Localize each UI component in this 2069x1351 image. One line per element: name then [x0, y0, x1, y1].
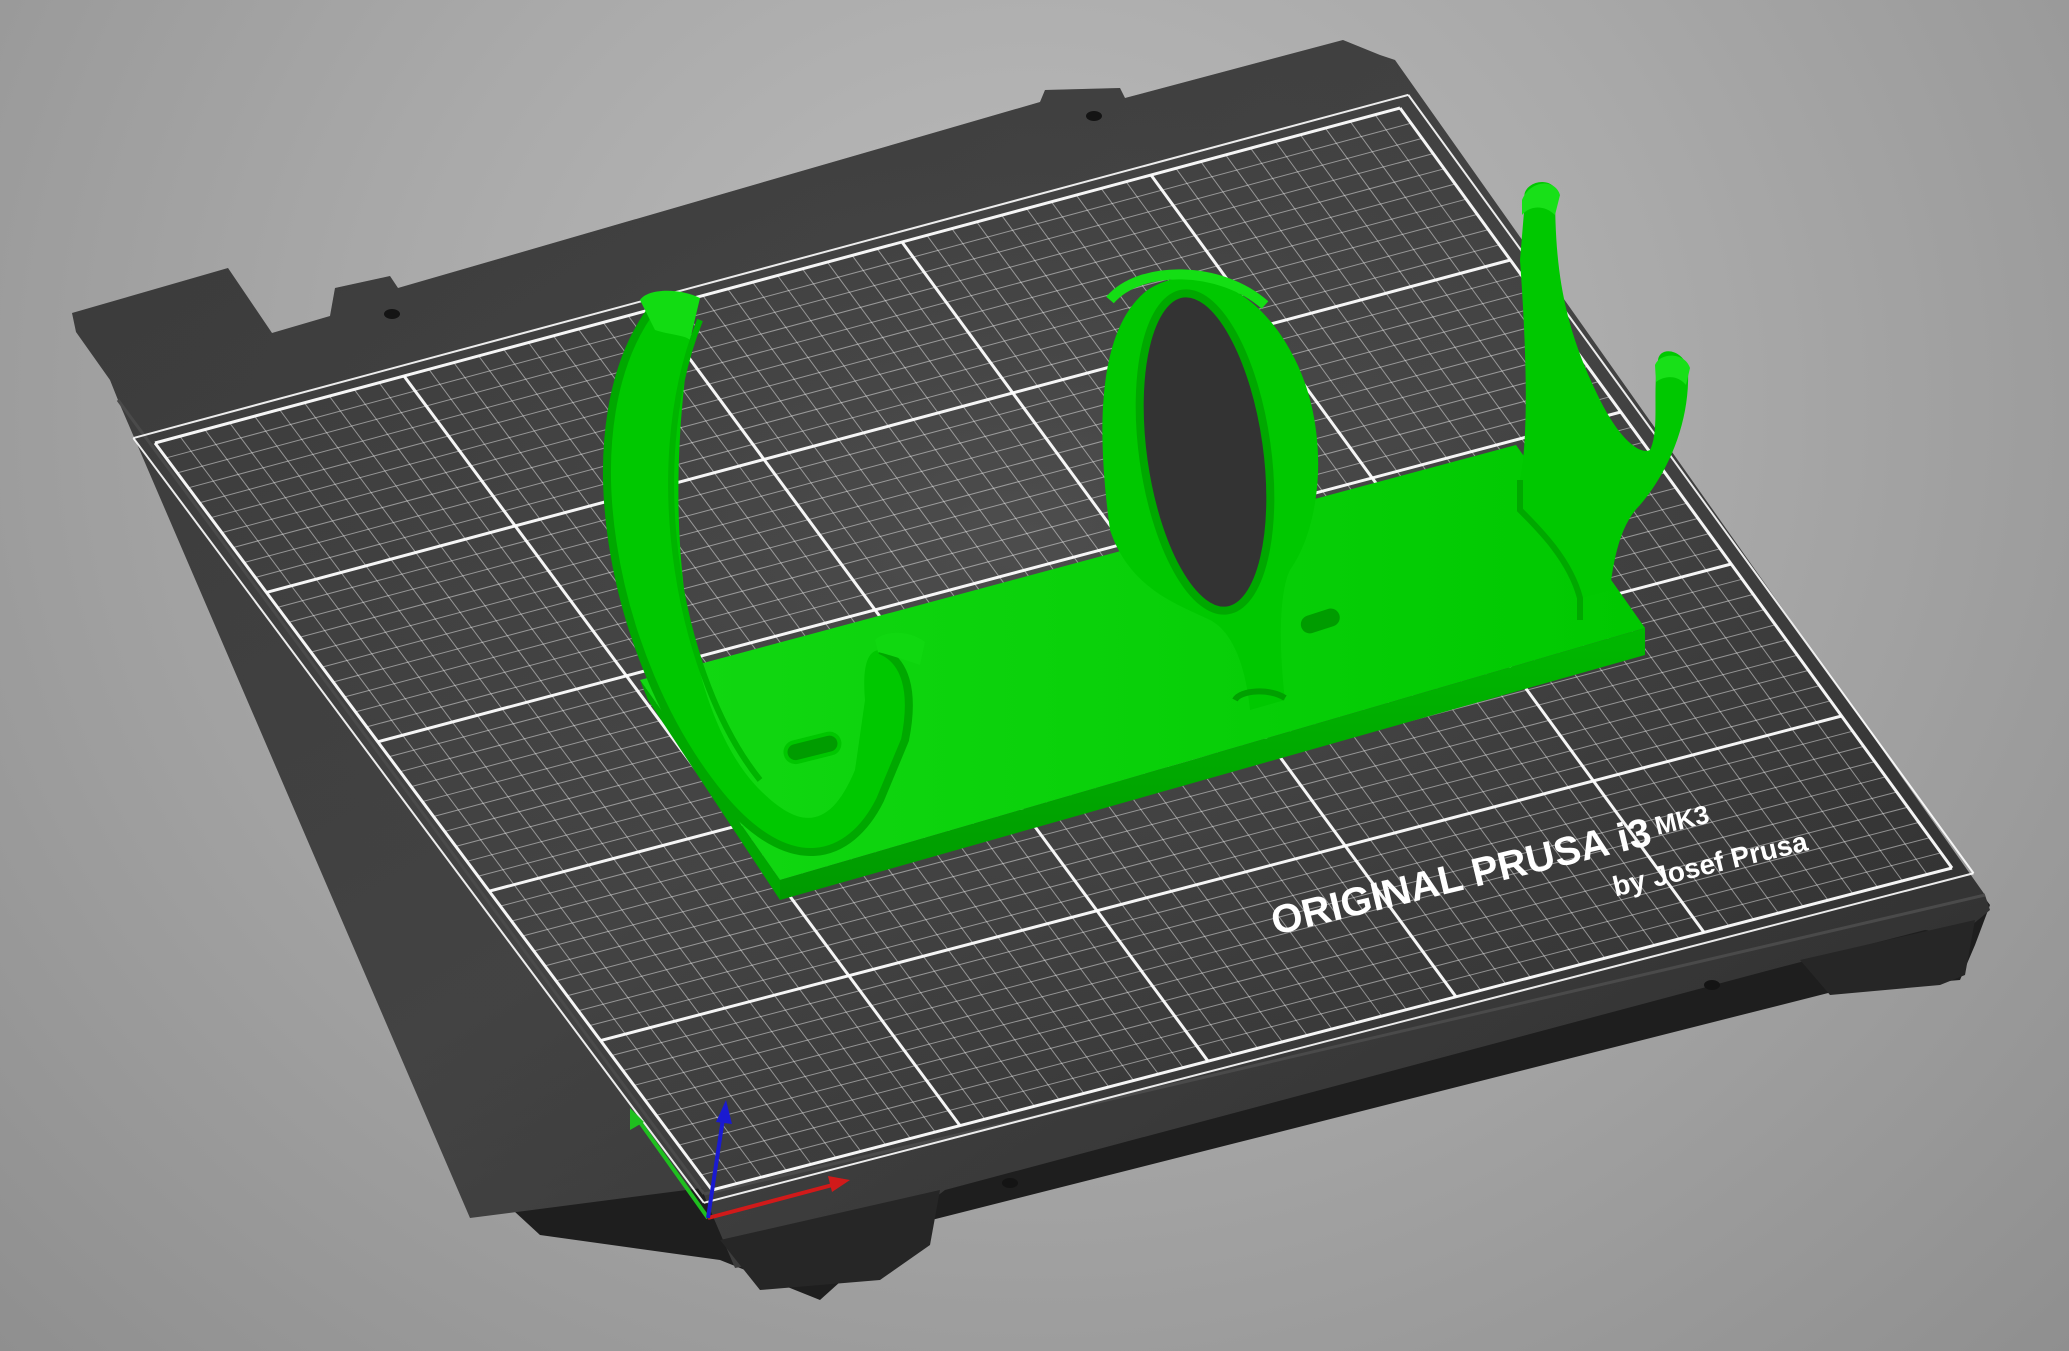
bed-hole — [1704, 980, 1720, 990]
bed-hole — [1002, 1178, 1018, 1188]
scene-canvas[interactable]: ORIGINAL PRUSA i3 MK3 by Josef Prusa — [0, 0, 2069, 1351]
bed-hole — [384, 309, 400, 319]
bed-hole — [1086, 111, 1102, 121]
3d-viewport[interactable]: ORIGINAL PRUSA i3 MK3 by Josef Prusa — [0, 0, 2069, 1351]
